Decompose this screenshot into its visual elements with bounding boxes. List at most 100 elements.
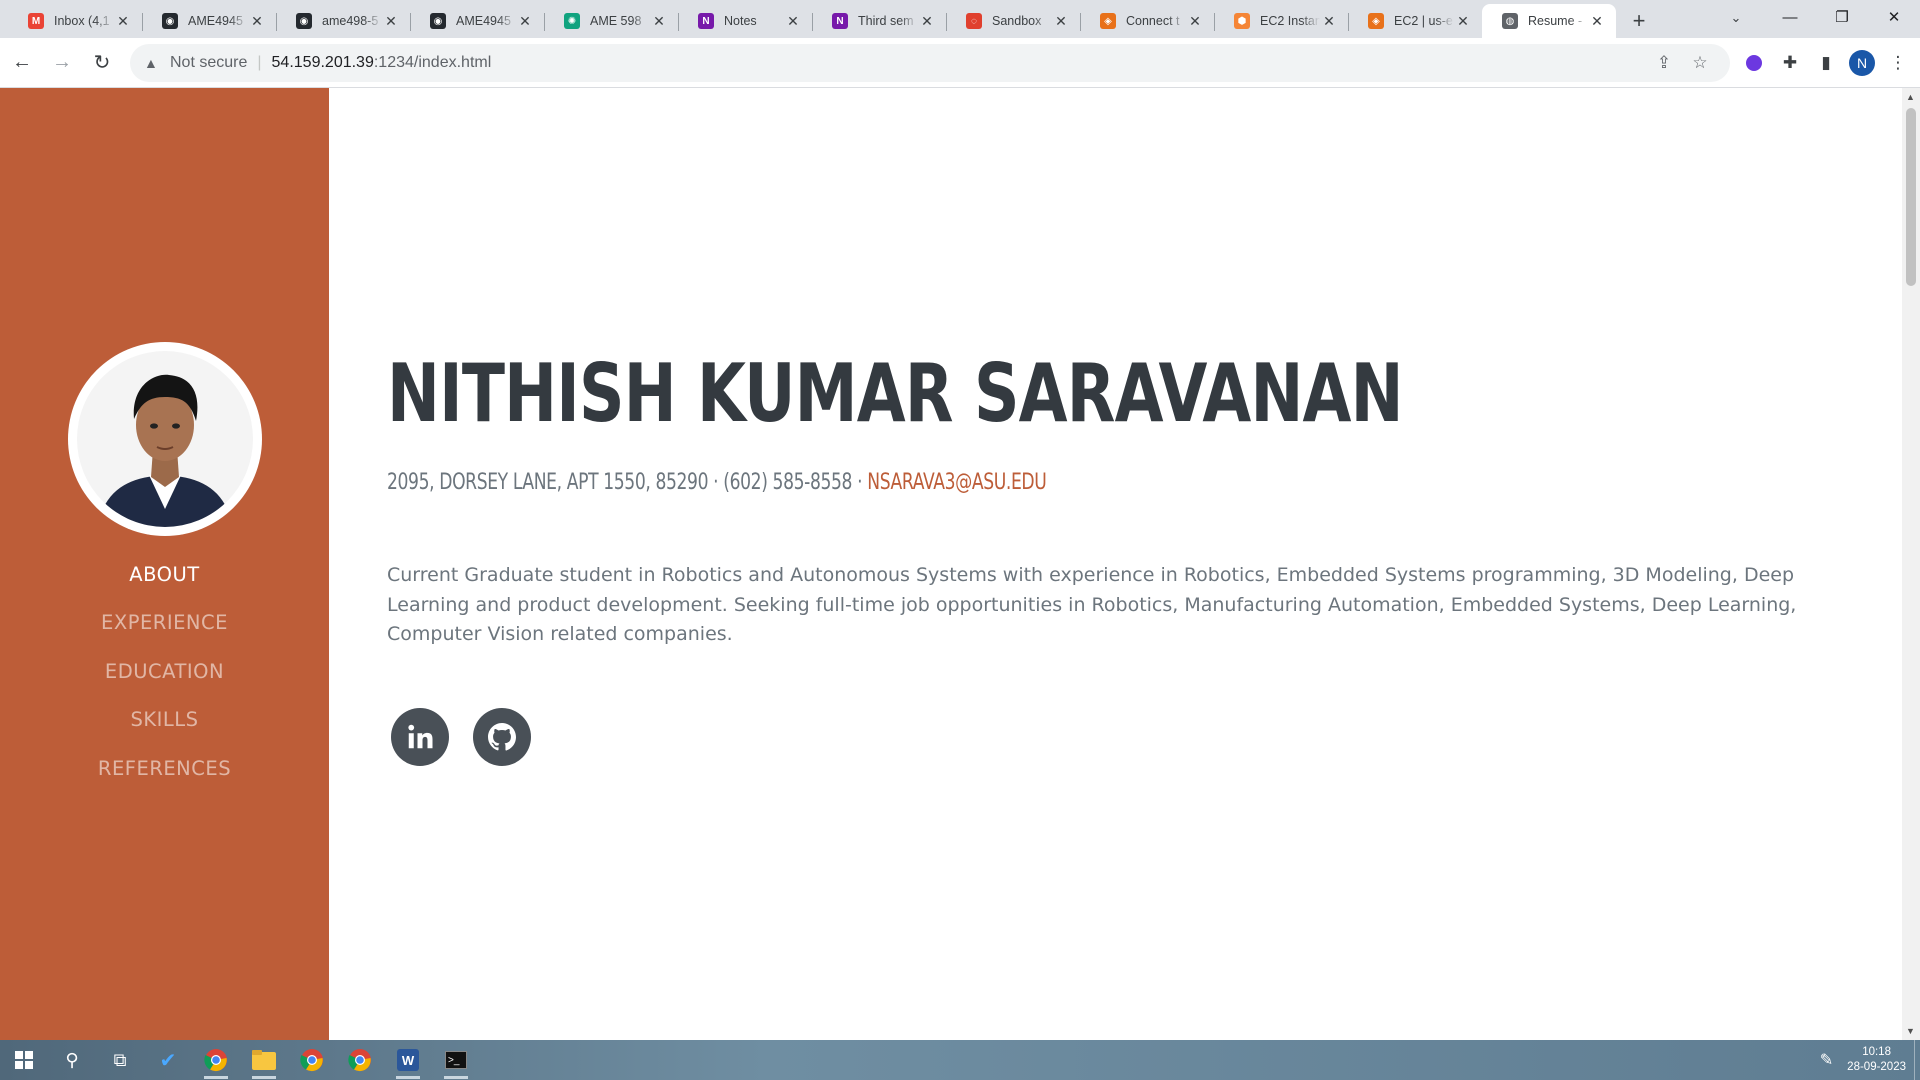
close-tab-icon[interactable]: ✕	[382, 12, 400, 30]
last-name: KUMAR SARAVANAN	[697, 347, 1404, 440]
scroll-down-arrow-icon[interactable]: ▼	[1906, 1026, 1915, 1036]
browser-tab[interactable]: ◉ AME4945 ✕	[142, 4, 276, 38]
nav-item-education[interactable]: EDUCATION	[0, 647, 329, 696]
clock[interactable]: 10:18 28-09-2023	[1847, 1045, 1906, 1075]
page-title: NITHISH KUMAR SARAVANAN	[387, 354, 1404, 434]
omnibox-divider: |	[257, 53, 262, 71]
onenote-icon: N	[698, 13, 714, 29]
nav-item-about[interactable]: ABOUT	[0, 550, 329, 599]
close-tab-icon[interactable]: ✕	[248, 12, 266, 30]
email-link[interactable]: NSARAVA3@ASU.EDU	[867, 470, 1047, 495]
nav-item-references[interactable]: REFERENCES	[0, 744, 329, 793]
chrome-profile-icon[interactable]	[288, 1040, 336, 1080]
browser-tab[interactable]: ✺ AME 598 ✕	[544, 4, 678, 38]
nav-item-skills[interactable]: SKILLS	[0, 696, 329, 745]
tab-list: M Inbox (4,1 ✕ ◉ AME4945 ✕ ◉ ame498-5 ✕ ◉ AME4945 ✕…	[0, 0, 1616, 38]
browser-tab[interactable]: ◉ AME4945 ✕	[410, 4, 544, 38]
browser-tab[interactable]: ◈ EC2 | us-e ✕	[1348, 4, 1482, 38]
warning-icon[interactable]: ▲	[144, 55, 162, 71]
sandbox-icon: ◌	[966, 13, 982, 29]
close-tab-icon[interactable]: ✕	[1588, 12, 1606, 30]
task-view-icon[interactable]: ⧉	[96, 1040, 144, 1080]
browser-tab[interactable]: ◍ Resume - ✕	[1482, 4, 1616, 38]
section-nav: ABOUT EXPERIENCE EDUCATION SKILLS REFERENCES	[0, 550, 329, 793]
tab-title: Connect t	[1126, 14, 1180, 28]
search-icon[interactable]: ⚲	[48, 1040, 96, 1080]
show-desktop-button[interactable]	[1914, 1040, 1920, 1080]
bookmark-star-icon[interactable]: ☆	[1682, 53, 1718, 73]
github-icon: ◉	[430, 13, 446, 29]
back-button[interactable]: ←	[4, 45, 40, 81]
side-panel-icon[interactable]: ▮	[1808, 45, 1844, 81]
browser-tab[interactable]: ◌ Sandbox ✕	[946, 4, 1080, 38]
word-icon[interactable]: W	[384, 1040, 432, 1080]
scrollbar-thumb[interactable]	[1906, 108, 1916, 286]
minimize-button[interactable]: —	[1764, 0, 1816, 34]
about-section: NITHISH KUMAR SARAVANAN 2095, DORSEY LAN…	[329, 88, 1900, 1040]
close-tab-icon[interactable]: ✕	[650, 12, 668, 30]
url-path[interactable]: :1234/index.html	[374, 54, 491, 72]
browser-tab[interactable]: ⬢ EC2 Instan ✕	[1214, 4, 1348, 38]
close-tab-icon[interactable]: ✕	[1454, 12, 1472, 30]
aws-icon: ◈	[1368, 13, 1384, 29]
chrome-profile-2-icon[interactable]	[336, 1040, 384, 1080]
nav-item-experience[interactable]: EXPERIENCE	[0, 599, 329, 648]
tab-title: Resume -	[1528, 14, 1583, 28]
close-tab-icon[interactable]: ✕	[1052, 12, 1070, 30]
browser-tab[interactable]: ◈ Connect t ✕	[1080, 4, 1214, 38]
chrome-taskbar-icon[interactable]	[192, 1040, 240, 1080]
close-tab-icon[interactable]: ✕	[1186, 12, 1204, 30]
github-icon[interactable]	[473, 708, 531, 766]
pen-icon[interactable]: ✎	[1820, 1050, 1833, 1070]
close-tab-icon[interactable]: ✕	[1320, 12, 1338, 30]
profile-initial: N	[1849, 49, 1875, 76]
scroll-up-arrow-icon[interactable]: ▲	[1906, 92, 1915, 102]
close-tab-icon[interactable]: ✕	[516, 12, 534, 30]
browser-toolbar: ← → ↻ ▲ Not secure | 54.159.201.39:1234/…	[0, 38, 1920, 88]
terminal-icon[interactable]: >_	[432, 1040, 480, 1080]
github-icon: ◉	[162, 13, 178, 29]
windows-start-icon[interactable]	[0, 1040, 48, 1080]
system-tray: ✎ 10:18 28-09-2023	[1820, 1040, 1920, 1080]
tab-title: AME4945	[188, 14, 243, 28]
tab-title: AME4945	[456, 14, 511, 28]
tab-title: Notes	[724, 14, 757, 28]
sidebar: ABOUT EXPERIENCE EDUCATION SKILLS REFERENCES	[0, 88, 329, 1040]
onenote-icon: N	[832, 13, 848, 29]
address-phone: 2095, DORSEY LANE, APT 1550, 85290 · (60…	[387, 470, 863, 495]
extensions-puzzle-icon[interactable]: ✚	[1772, 45, 1808, 81]
new-tab-button[interactable]: +	[1622, 4, 1656, 38]
browser-tab[interactable]: ◉ ame498-5 ✕	[276, 4, 410, 38]
reload-button[interactable]: ↻	[84, 45, 120, 81]
linkedin-icon[interactable]	[391, 708, 449, 766]
forward-button[interactable]: →	[44, 45, 80, 81]
close-window-button[interactable]: ✕	[1868, 0, 1920, 34]
chrome-menu-icon[interactable]: ⋮	[1880, 45, 1916, 81]
tab-title: Sandbox	[992, 14, 1042, 28]
web-page: ABOUT EXPERIENCE EDUCATION SKILLS REFERENCES…	[0, 88, 1920, 1040]
tab-title: Third sem	[858, 14, 914, 28]
tab-title: Inbox (4,1	[54, 14, 110, 28]
tab-title: ame498-5	[322, 14, 379, 28]
profile-avatar-button[interactable]: N	[1844, 45, 1880, 81]
close-tab-icon[interactable]: ✕	[784, 12, 802, 30]
social-links	[391, 708, 531, 766]
address-bar[interactable]: ▲ Not secure | 54.159.201.39:1234/index.…	[130, 43, 1730, 82]
clock-date: 28-09-2023	[1847, 1061, 1906, 1073]
share-icon[interactable]: ⇪	[1646, 53, 1682, 73]
browser-tab[interactable]: N Notes ✕	[678, 4, 812, 38]
security-label[interactable]: Not secure	[170, 54, 247, 72]
close-tab-icon[interactable]: ✕	[918, 12, 936, 30]
browser-tab[interactable]: N Third sem ✕	[812, 4, 946, 38]
close-tab-icon[interactable]: ✕	[114, 12, 132, 30]
browser-tab[interactable]: M Inbox (4,1 ✕	[8, 4, 142, 38]
url-host[interactable]: 54.159.201.39	[272, 54, 374, 72]
restore-button[interactable]: ❐	[1816, 0, 1868, 34]
clock-time: 10:18	[1862, 1046, 1891, 1058]
file-explorer-icon[interactable]	[240, 1040, 288, 1080]
tab-search-chevron-icon[interactable]: ⌄	[1722, 4, 1750, 32]
todo-app-icon[interactable]: ✔	[144, 1040, 192, 1080]
page-scrollbar[interactable]: ▲ ▼	[1902, 88, 1920, 1040]
extension-icon[interactable]	[1736, 45, 1772, 81]
bio-paragraph: Current Graduate student in Robotics and…	[387, 564, 1797, 645]
